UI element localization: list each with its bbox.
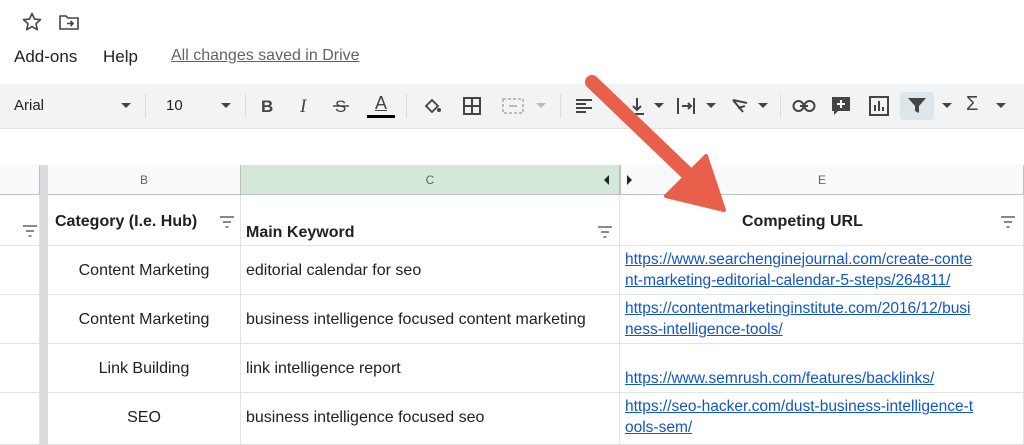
vertical-align-icon[interactable] [626,92,648,120]
font-family-select[interactable]: Arial [14,97,44,114]
functions-icon[interactable]: Σ [966,93,978,116]
horizontal-align-icon[interactable] [572,92,596,120]
toolbar: Arial 10 B I S A Σ [0,84,1024,128]
frozen-column-divider[interactable] [40,165,48,445]
svg-text:B: B [261,97,273,115]
text-wrapping-caret-icon[interactable] [706,103,716,108]
column-filter-icon[interactable] [22,225,38,237]
star-icon[interactable] [20,10,44,34]
borders-icon[interactable] [460,92,484,120]
formula-bar[interactable] [0,128,1024,166]
text-rotation-icon[interactable] [728,92,754,120]
table-cell-keyword[interactable]: editorial calendar for seo [241,246,620,295]
menu-help[interactable]: Help [103,47,138,67]
toolbar-divider [145,94,146,118]
header-url-label: Competing URL [742,213,863,230]
header-category-label: Category (I.e. Hub) [55,213,198,230]
fill-color-icon[interactable] [420,92,444,120]
column-header-b[interactable]: B [48,165,241,195]
font-size-caret-icon[interactable] [221,103,231,108]
strikethrough-icon[interactable]: S [330,92,352,120]
header-keyword-label: Main Keyword [246,224,355,241]
filter-caret-icon[interactable] [942,103,952,108]
url-link-line1[interactable]: https://www.searchenginejournal.com/crea… [625,249,1023,270]
table-cell-keyword[interactable]: link intelligence report [241,344,620,393]
url-link-line2[interactable]: nt-marketing-editorial-calendar-5-steps/… [625,270,1023,291]
header-cell-a[interactable] [0,195,40,246]
table-cell-keyword[interactable]: business intelligence focused seo [241,393,620,445]
insert-comment-icon[interactable] [828,92,854,120]
insert-link-icon[interactable] [790,92,818,120]
table-cell[interactable] [0,246,40,295]
text-color-button[interactable]: A [366,92,396,120]
svg-text:I: I [299,97,308,115]
url-link-line2[interactable]: ness-intelligence-tools/ [625,319,1023,340]
vertical-align-caret-icon[interactable] [654,103,664,108]
table-cell[interactable] [0,393,40,445]
table-cell[interactable] [0,295,40,344]
text-color-letter: A [374,93,387,113]
merge-cells-icon[interactable] [500,92,526,120]
column-filter-icon[interactable] [1000,216,1016,228]
column-filter-icon[interactable] [219,216,235,228]
url-link-line2[interactable]: ools-sem/ [625,417,1023,438]
header-cell-keyword[interactable]: Main Keyword [241,195,620,246]
toolbar-divider [245,94,246,118]
column-header-e[interactable]: E [620,165,1024,195]
table-cell-url[interactable]: https://www.semrush.com/features/backlin… [620,344,1024,393]
menu-addons[interactable]: Add-ons [14,47,77,67]
table-cell-url[interactable]: https://contentmarketinginstitute.com/20… [620,295,1024,344]
column-header-c[interactable]: C [241,165,620,195]
url-link-line1[interactable]: https://contentmarketinginstitute.com/20… [625,298,1023,319]
header-cell-category[interactable]: Category (I.e. Hub) [48,195,241,246]
filter-icon[interactable] [900,92,934,120]
column-header-a[interactable] [0,165,40,195]
toolbar-divider [560,94,561,118]
url-link-line1[interactable] [625,347,1023,368]
move-to-folder-icon[interactable] [57,10,81,34]
table-cell-category[interactable]: Link Building [48,344,241,393]
table-cell-url[interactable]: https://www.searchenginejournal.com/crea… [620,246,1024,295]
merge-caret-icon[interactable] [536,103,546,108]
column-filter-icon[interactable] [597,226,613,238]
text-wrapping-icon[interactable] [674,92,698,120]
table-cell-keyword[interactable]: business intelligence focused content ma… [241,295,620,344]
text-color-swatch [367,115,395,118]
toolbar-divider [406,94,407,118]
table-cell[interactable] [0,344,40,393]
bold-icon[interactable]: B [256,92,278,120]
toolbar-divider [780,94,781,118]
url-link-line1[interactable]: https://seo-hacker.com/dust-business-int… [625,396,1023,417]
url-link-line2[interactable]: https://www.semrush.com/features/backlin… [625,368,1023,389]
insert-chart-icon[interactable] [866,92,892,120]
italic-icon[interactable]: I [294,92,316,120]
font-size-select[interactable]: 10 [166,97,183,114]
font-family-caret-icon[interactable] [121,103,131,108]
collapse-left-icon[interactable] [604,175,609,185]
header-cell-url[interactable]: Competing URL [620,195,1024,246]
functions-caret-icon[interactable] [996,103,1006,108]
table-cell-category[interactable]: SEO [48,393,241,445]
table-cell-category[interactable]: Content Marketing [48,246,241,295]
text-rotation-caret-icon[interactable] [758,103,768,108]
save-status-link[interactable]: All changes saved in Drive [171,47,360,65]
table-cell-category[interactable]: Content Marketing [48,295,241,344]
table-cell-url[interactable]: https://seo-hacker.com/dust-business-int… [620,393,1024,445]
expand-right-icon[interactable] [627,175,632,185]
